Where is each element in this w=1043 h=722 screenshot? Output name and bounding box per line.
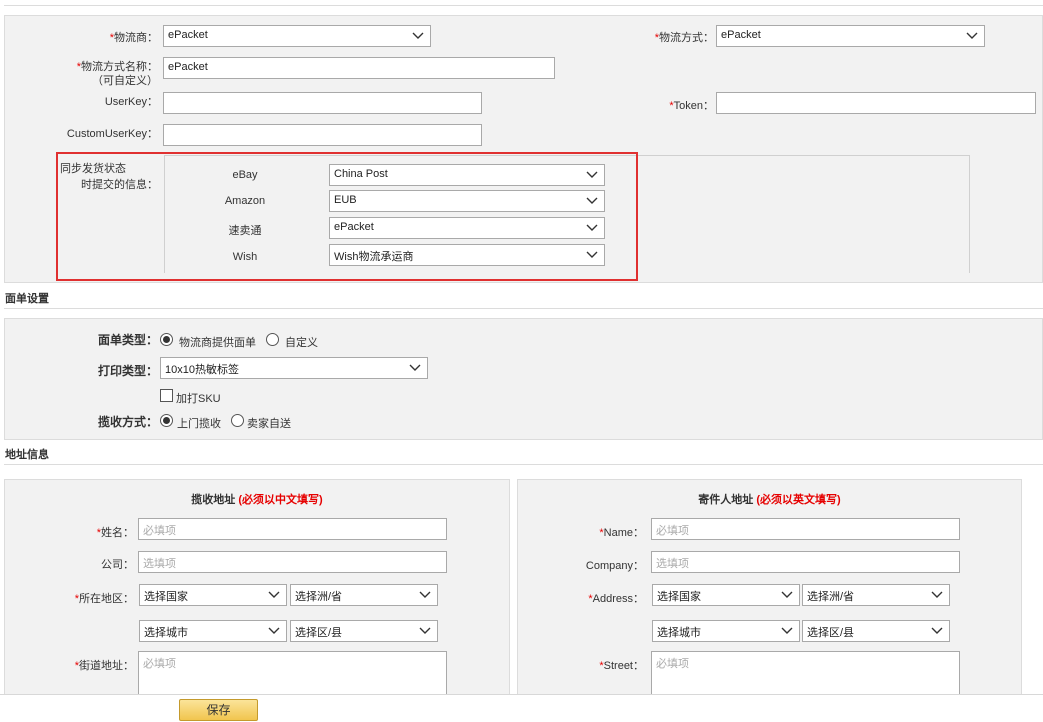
method-select-value: ePacket (721, 29, 761, 41)
sender-state-select[interactable]: 选择洲/省 (802, 584, 950, 606)
method-label-text: 物流方式： (659, 32, 714, 44)
pickup-city-select[interactable]: 选择城市 (139, 620, 287, 642)
sender-country-select[interactable]: 选择国家 (652, 584, 800, 606)
pickup-company-label: 公司： (101, 559, 134, 571)
label-type-label: 面单类型： (97, 333, 158, 347)
sender-state-value: 选择洲/省 (807, 591, 855, 603)
pickup-district-select[interactable]: 选择区/县 (290, 620, 438, 642)
pickup-address-title: 揽收地址 (191, 494, 236, 506)
token-label-text: Token： (673, 100, 714, 112)
pickup-region-label-text: 所在地区： (79, 593, 134, 605)
customuserkey-input[interactable] (163, 124, 482, 146)
chevron-down-icon (781, 627, 793, 634)
userkey-label: UserKey： (104, 96, 158, 108)
sender-street-label: *Street： (550, 657, 644, 673)
sender-city-value: 选择城市 (657, 627, 701, 639)
pickup-address-note: (必须以中文填写) (238, 494, 323, 506)
pickup-radio-self[interactable] (231, 414, 244, 427)
section-divider (4, 308, 1043, 309)
customuserkey-label: CustomUserKey： (66, 128, 158, 140)
provider-label: *物流商： (60, 29, 158, 45)
section-divider (4, 464, 1043, 465)
pickup-option-door: 上门揽收 (177, 418, 221, 430)
pickup-name-label-text: 姓名： (101, 527, 134, 539)
pickup-state-select[interactable]: 选择洲/省 (290, 584, 438, 606)
token-input[interactable] (716, 92, 1036, 114)
userkey-input[interactable] (163, 92, 482, 114)
save-button[interactable]: 保存 (179, 699, 258, 721)
pickup-name-input[interactable]: 必填项 (138, 518, 447, 540)
pickup-state-value: 选择洲/省 (295, 591, 343, 603)
token-label: *Token： (620, 97, 714, 113)
chevron-down-icon (966, 32, 978, 39)
chevron-down-icon (419, 627, 431, 634)
label-type-option-provider: 物流商提供面单 (179, 337, 256, 349)
method-label: *物流方式： (610, 29, 714, 45)
chevron-down-icon (931, 627, 943, 634)
chevron-down-icon (419, 591, 431, 598)
pickup-street-label: *街道地址： (40, 657, 134, 673)
method-name-sublabel: （可自定义） (92, 75, 158, 87)
pickup-city-value: 选择城市 (144, 627, 188, 639)
pickup-street-label-text: 街道地址： (79, 660, 134, 672)
sender-address-note: (必须以英文填写) (756, 494, 841, 506)
label-type-option-custom: 自定义 (285, 337, 318, 349)
sender-city-select[interactable]: 选择城市 (652, 620, 800, 642)
sender-address-title: 寄件人地址 (698, 494, 754, 506)
pickup-method-label: 揽收方式： (97, 415, 158, 429)
pickup-region-label: *所在地区： (40, 590, 134, 606)
print-type-select-value: 10x10热敏标签 (165, 364, 239, 376)
print-type-label: 打印类型： (97, 364, 158, 378)
print-type-select[interactable]: 10x10热敏标签 (160, 357, 428, 379)
provider-select-value: ePacket (168, 29, 208, 41)
print-sku-label: 加打SKU (176, 393, 221, 405)
sender-name-input[interactable]: 必填项 (651, 518, 960, 540)
highlight-box (56, 152, 638, 281)
chevron-down-icon (412, 32, 424, 39)
method-select[interactable]: ePacket (716, 25, 985, 47)
pickup-name-label: *姓名： (40, 524, 134, 540)
sender-district-select[interactable]: 选择区/县 (802, 620, 950, 642)
sender-address-heading: 寄件人地址 (必须以英文填写) (517, 491, 1022, 507)
sender-region-label-text: Address： (592, 593, 644, 605)
top-divider (4, 5, 1043, 6)
label-type-radio-custom[interactable] (266, 333, 279, 346)
pickup-country-select[interactable]: 选择国家 (139, 584, 287, 606)
provider-select[interactable]: ePacket (163, 25, 431, 47)
sender-street-label-text: Street： (603, 660, 644, 672)
sender-company-input[interactable]: 选填项 (651, 551, 960, 573)
provider-label-text: 物流商： (114, 32, 158, 44)
label-settings-title: 面单设置 (5, 293, 49, 305)
pickup-district-value: 选择区/县 (295, 627, 343, 639)
pickup-company-input[interactable]: 选填项 (138, 551, 447, 573)
pickup-radio-door[interactable] (160, 414, 173, 427)
chevron-down-icon (781, 591, 793, 598)
sender-name-label-text: Name： (603, 527, 644, 539)
address-title: 地址信息 (5, 449, 49, 461)
sender-name-label: *Name： (550, 524, 644, 540)
sender-country-value: 选择国家 (657, 591, 701, 603)
footer-bar (0, 694, 1043, 722)
label-type-radio-provider[interactable] (160, 333, 173, 346)
sender-region-label: *Address： (550, 590, 644, 606)
sender-district-value: 选择区/县 (807, 627, 855, 639)
chevron-down-icon (268, 627, 280, 634)
chevron-down-icon (931, 591, 943, 598)
print-sku-checkbox[interactable] (160, 389, 173, 402)
sender-company-label: Company： (585, 560, 644, 572)
pickup-option-self: 卖家自送 (247, 418, 291, 430)
chevron-down-icon (409, 364, 421, 371)
chevron-down-icon (268, 591, 280, 598)
pickup-country-value: 选择国家 (144, 591, 188, 603)
pickup-address-heading: 揽收地址 (必须以中文填写) (4, 491, 510, 507)
method-name-input[interactable]: ePacket (163, 57, 555, 79)
